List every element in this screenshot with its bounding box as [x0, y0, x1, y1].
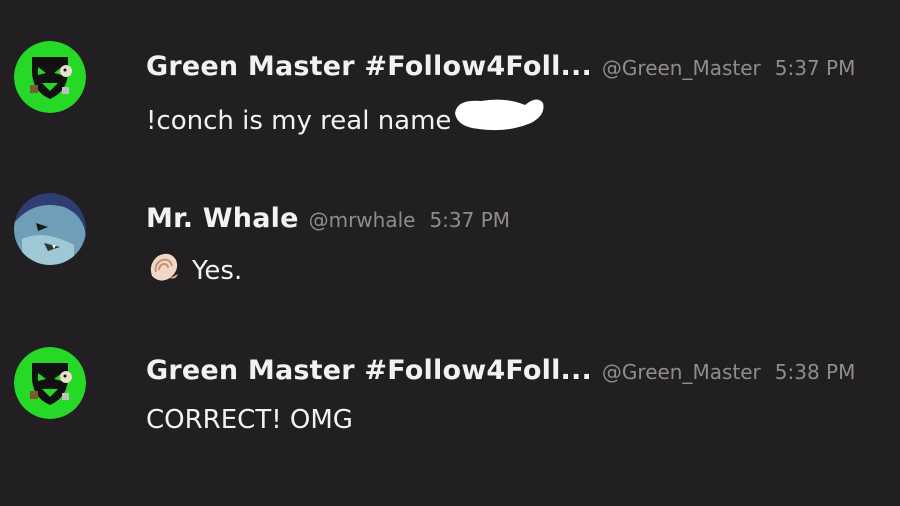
chat-log: Green Master #Follow4Foll... @Green_Maste…: [0, 0, 900, 506]
chat-message: Mr. Whale @mrwhale 5:37 PM Yes.: [0, 152, 900, 284]
chat-message: Green Master #Follow4Foll... @Green_Maste…: [0, 0, 900, 134]
author-handle[interactable]: @mrwhale: [309, 208, 416, 232]
mr-whale-avatar-icon[interactable]: [14, 193, 86, 265]
author-handle[interactable]: @Green_Master: [602, 360, 761, 384]
green-master-avatar-icon[interactable]: [14, 41, 86, 113]
message-text: Yes.: [192, 256, 243, 286]
conch-shell-icon: [146, 253, 180, 289]
author-handle[interactable]: @Green_Master: [602, 56, 761, 80]
author-name[interactable]: Green Master #Follow4Foll...: [146, 355, 592, 386]
message-text: CORRECT! OMG: [146, 405, 353, 435]
message-timestamp: 5:38 PM: [774, 360, 856, 384]
message-timestamp: 5:37 PM: [774, 56, 856, 80]
author-name[interactable]: Green Master #Follow4Foll...: [146, 51, 592, 82]
author-name[interactable]: Mr. Whale: [146, 203, 299, 234]
chat-message: Green Master #Follow4Foll... @Green_Maste…: [0, 306, 900, 433]
redaction-scribble: [451, 99, 547, 140]
message-timestamp: 5:37 PM: [429, 208, 511, 232]
message-text: !conch is my real name: [146, 106, 452, 136]
green-master-avatar-icon[interactable]: [14, 347, 86, 419]
